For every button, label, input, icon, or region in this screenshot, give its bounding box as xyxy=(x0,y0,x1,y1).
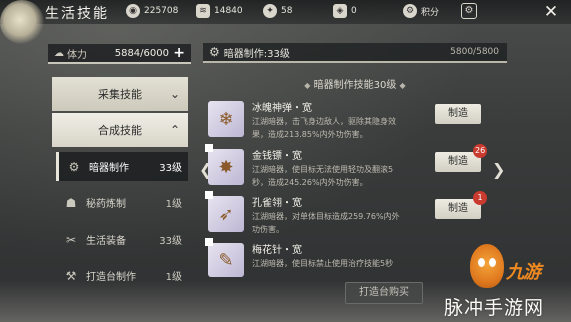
stamina-bar: ☁ 体力 5884/6000 + xyxy=(48,44,191,64)
stamina-icon: ☁ xyxy=(54,47,64,59)
recipe-desc: 江湖暗器，使目标禁止使用治疗技能5秒 xyxy=(252,259,394,268)
plum-needle-icon: ✎ xyxy=(208,243,244,277)
checkbox-icon[interactable] xyxy=(205,238,213,246)
recipe-desc: 江湖暗器，使目标无法使用轻功及翻滚5 xyxy=(252,165,394,174)
checkbox-icon[interactable] xyxy=(205,191,213,199)
chevron-down-icon: ⌄ xyxy=(169,87,180,101)
recipe-name: 金钱镖・宽 xyxy=(252,151,302,162)
category-craft[interactable]: 合成技能 ⌃ xyxy=(52,113,188,147)
recipe-item: ✎ 梅花针・宽 江湖暗器，使目标禁止使用治疗技能5秒 xyxy=(205,238,500,277)
recipe-item: ➶ 孔雀翎・宽 江湖暗器，对单体目标造成259.76%内外 功伤害。 制造 1 xyxy=(205,191,500,235)
recipe-desc: 果，造成213.85%内外功伤害。 xyxy=(252,130,368,139)
craft-button[interactable]: 制造 xyxy=(435,104,481,124)
moon-decoration-icon xyxy=(0,0,44,44)
watermark-mascot-icon xyxy=(470,244,504,288)
close-icon: ✕ xyxy=(543,2,559,22)
checkbox-icon[interactable] xyxy=(205,144,213,152)
resource-value: 0 xyxy=(351,6,357,16)
settings-icon: ⚙ xyxy=(464,5,474,16)
equipment-icon: ✂ xyxy=(65,232,77,247)
watermark-site: 脉冲手游网 xyxy=(444,297,545,319)
craft-header-title: 暗器制作:33级 xyxy=(223,48,290,60)
close-button[interactable]: ✕ xyxy=(541,2,561,22)
peacock-feather-icon: ➶ xyxy=(208,196,244,232)
settings-button[interactable]: ⚙ xyxy=(461,3,477,19)
diamond-icon: ◆ xyxy=(399,81,406,90)
hidden-weapon-icon: ⚙ xyxy=(68,159,80,174)
resource-value: 14840 xyxy=(214,6,243,16)
points-icon: ⚙ xyxy=(403,4,417,18)
skill-name: 秘药炼制 xyxy=(86,199,126,210)
page-title: 生活技能 xyxy=(45,6,109,22)
stamina-label: ☁ 体力 xyxy=(54,46,87,61)
resource-token: ◈ 0 xyxy=(333,4,357,18)
skill-level: 33级 xyxy=(159,163,182,174)
recipe-item: ✸ 金钱镖・宽 江湖暗器，使目标无法使用轻功及翻滚5 秒，造成245.26%内外… xyxy=(205,144,500,188)
forge-table-buy-button[interactable]: 打造台购买 xyxy=(345,282,423,304)
gem-icon: ✦ xyxy=(263,4,277,18)
recipe-desc: 功伤害。 xyxy=(252,225,284,234)
skill-item-equipment[interactable]: ✂ 生活装备 33级 xyxy=(56,225,188,254)
stamina-label-text: 体力 xyxy=(67,49,87,61)
count-badge: 26 xyxy=(473,144,488,158)
craft-header: ⚙ 暗器制作:33级 5800/5800 xyxy=(203,43,507,63)
points-label: 积分 xyxy=(421,7,440,18)
coin-dart-icon: ✸ xyxy=(208,149,244,185)
hidden-weapon-icon: ⚙ xyxy=(209,45,220,59)
ice-bomb-icon: ❄ xyxy=(208,101,244,137)
resource-gem: ✦ 58 xyxy=(263,4,292,18)
skill-item-hidden-weapon[interactable]: ⚙ 暗器制作 33级 xyxy=(56,152,188,181)
diamond-icon: ◆ xyxy=(304,81,311,90)
recipe-desc: 江湖暗器，对单体目标造成259.76%内外 xyxy=(252,212,400,221)
skill-level: 1级 xyxy=(165,199,182,210)
section-title-text: 暗器制作技能30级 xyxy=(313,80,397,91)
recipe-name: 梅花针・宽 xyxy=(252,245,302,256)
category-label: 采集技能 xyxy=(98,88,142,101)
skill-name: 暗器制作 xyxy=(89,163,129,174)
token-icon: ◈ xyxy=(333,4,347,18)
section-title: ◆ 暗器制作技能30级 ◆ xyxy=(203,76,507,91)
medicine-icon: ☗ xyxy=(65,195,77,210)
recipe-name: 孔雀翎・宽 xyxy=(252,198,302,209)
category-gather[interactable]: 采集技能 ⌄ xyxy=(52,77,188,111)
watermark-brand: 九游 xyxy=(506,262,541,283)
silver-icon: ≋ xyxy=(196,4,210,18)
recipe-item: ❄ 冰魄神弹・宽 江湖暗器，击飞身边敌人，驱除其隐身效 果，造成213.85%内… xyxy=(208,98,500,140)
skill-name: 生活装备 xyxy=(86,236,126,247)
craft-header-value: 5800/5800 xyxy=(450,47,499,57)
resource-value: 225708 xyxy=(144,6,179,16)
skill-level: 33级 xyxy=(159,236,182,247)
category-label: 合成技能 xyxy=(98,124,142,137)
resource-coin: ◉ 225708 xyxy=(126,4,178,18)
recipe-desc: 江湖暗器，击飞身边敌人，驱除其隐身效 xyxy=(252,117,396,126)
recipe-desc: 秒，造成245.26%内外功伤害。 xyxy=(252,178,368,187)
count-badge: 1 xyxy=(473,191,487,205)
resource-value: 58 xyxy=(281,6,293,16)
coin-icon: ◉ xyxy=(126,4,140,18)
add-stamina-button[interactable]: + xyxy=(173,45,185,61)
skill-item-medicine[interactable]: ☗ 秘药炼制 1级 xyxy=(56,188,188,217)
chevron-up-icon: ⌃ xyxy=(169,123,180,137)
recipe-name: 冰魄神弹・宽 xyxy=(252,103,312,114)
resource-silver: ≋ 14840 xyxy=(196,4,243,18)
points-button[interactable]: ⚙ 积分 xyxy=(403,4,439,18)
stamina-value: 5884/6000 xyxy=(114,47,169,59)
